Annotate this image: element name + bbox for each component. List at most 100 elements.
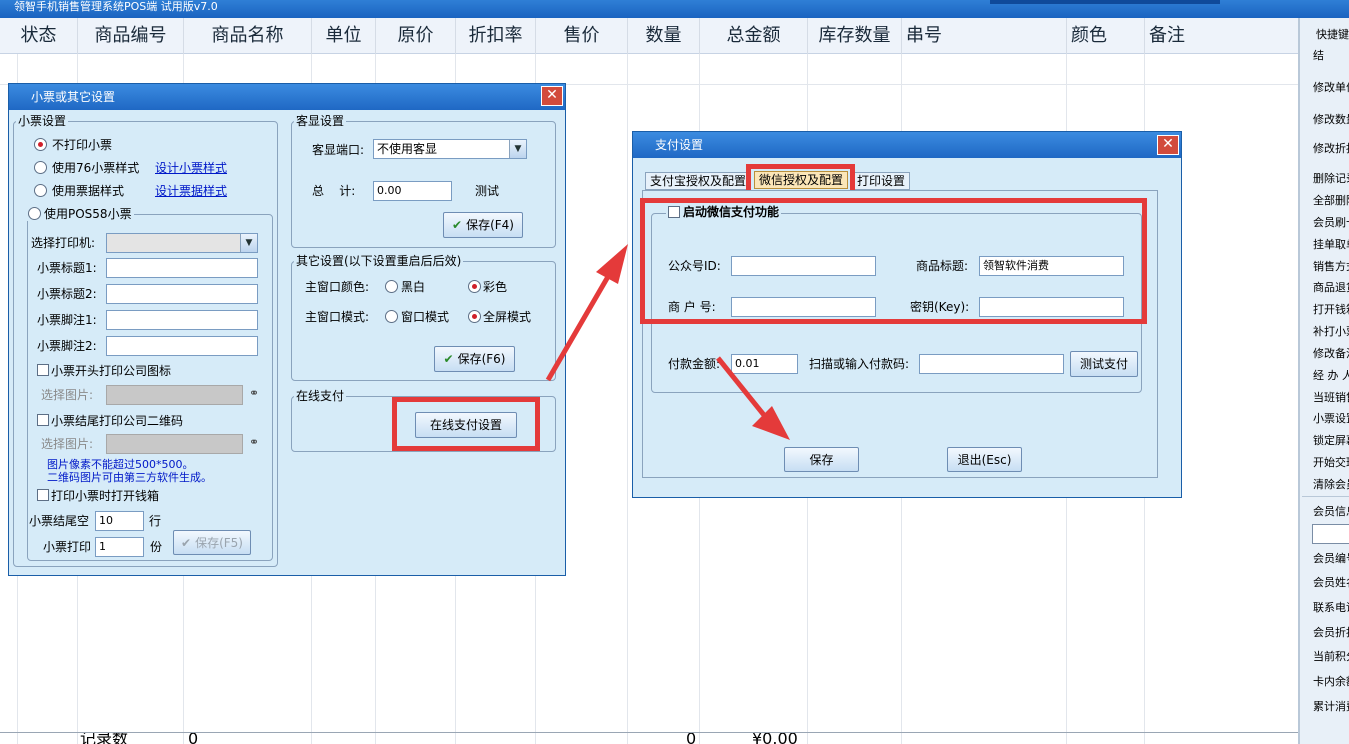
tab-print[interactable]: 打印设置 (852, 172, 911, 190)
chevron-down-icon: ▼ (509, 140, 526, 158)
other-settings-group: 其它设置(以下设置重启后后效) 主窗口颜色: 黑白 彩色 主窗口模式: 窗口模式… (291, 254, 556, 381)
receipt-settings-group: 小票设置 不打印小票 使用76小票样式 设计小票样式 使用票据样式 设计票据样式… (13, 114, 278, 567)
shortcut-item[interactable]: 锁定屏幕 (1313, 432, 1349, 448)
title1-input[interactable] (106, 258, 258, 278)
close-icon[interactable]: ✕ (1157, 135, 1179, 155)
radio-pos58[interactable] (28, 207, 41, 220)
radio-color-bw[interactable] (385, 280, 398, 293)
print-qr-checkbox[interactable] (37, 414, 49, 426)
radio-76-style[interactable] (34, 161, 47, 174)
check-icon: ✔ (452, 218, 463, 232)
browse-icon[interactable]: ⚭ (249, 386, 259, 400)
shortcut-item[interactable]: 商品退货 (1313, 279, 1349, 295)
titlebar-shade (990, 0, 1220, 4)
shortcut-item[interactable]: 修改备注 (1313, 345, 1349, 361)
record-count-label: 记录数 (80, 732, 129, 744)
shortcut-item[interactable]: 修改单价 (1313, 79, 1349, 95)
radio-bill-style-label: 使用票据样式 (52, 184, 125, 198)
foot2-input[interactable] (106, 336, 258, 356)
shortcut-item[interactable]: 当班销售 (1313, 389, 1349, 405)
check-icon: ✔ (181, 536, 192, 550)
radio-mode-window[interactable] (385, 310, 398, 323)
design-receipt-link[interactable]: 设计小票样式 (155, 161, 227, 175)
shortcut-panel: 快捷键 结 修改单价 修改数量 修改折扣 删除记录 全部删除 会员刷卡 挂单取单… (1298, 18, 1349, 744)
col-remark[interactable]: 备注 (1145, 18, 1298, 54)
member-field-label: 会员姓名 (1313, 576, 1349, 589)
shortcut-item[interactable]: 删除记录 (1313, 170, 1349, 186)
col-product-code[interactable]: 商品编号 (78, 18, 184, 54)
shortcut-item[interactable]: 小票设置 (1313, 410, 1349, 426)
shortcut-item[interactable]: 挂单取单 (1313, 236, 1349, 252)
col-stock[interactable]: 库存数量 (808, 18, 902, 54)
radio-76-style-label: 使用76小票样式 (52, 161, 140, 175)
design-bill-link[interactable]: 设计票据样式 (155, 184, 227, 198)
col-color[interactable]: 颜色 (1067, 18, 1145, 54)
shortcut-item[interactable]: 结 (1313, 47, 1324, 63)
radio-mode-full[interactable] (468, 310, 481, 323)
browse-icon[interactable]: ⚭ (249, 435, 259, 449)
title2-input[interactable] (106, 284, 258, 304)
col-product-name[interactable]: 商品名称 (184, 18, 312, 54)
total-label: 总 计: (312, 184, 356, 198)
display-port-label: 客显端口: (312, 143, 365, 157)
copies-input[interactable]: 1 (95, 537, 144, 557)
scan-code-input[interactable] (919, 354, 1064, 374)
printer-label: 选择打印机: (31, 236, 96, 250)
shortcut-item[interactable]: 修改数量 (1313, 111, 1349, 127)
test-display-link[interactable]: 测试 (475, 184, 499, 198)
print-logo-checkbox[interactable] (37, 364, 49, 376)
shortcut-item[interactable]: 补打小票 (1313, 323, 1349, 339)
exit-button[interactable]: 退出(Esc) (947, 447, 1022, 472)
shortcut-item[interactable]: 开始交班 (1313, 454, 1349, 470)
copies-label: 小票打印 (43, 540, 92, 554)
shortcut-item[interactable]: 全部删除 (1313, 192, 1349, 208)
save-f6-button[interactable]: ✔ 保存(F6) (434, 346, 515, 372)
open-drawer-label: 打印小票时打开钱箱 (51, 489, 160, 503)
radio-bill-style[interactable] (34, 184, 47, 197)
total-input[interactable]: 0.00 (373, 181, 452, 201)
col-total-amount[interactable]: 总金额 (700, 18, 808, 54)
open-drawer-checkbox[interactable] (37, 489, 49, 501)
qty-total: 0 (686, 732, 697, 744)
highlight-box (640, 198, 1147, 324)
col-original-price[interactable]: 原价 (376, 18, 456, 54)
col-unit[interactable]: 单位 (312, 18, 376, 54)
close-icon[interactable]: ✕ (541, 86, 563, 106)
shortcut-item[interactable]: 经 办 人 (1313, 367, 1349, 383)
panel-divider (1302, 496, 1349, 497)
radio-color-bw-label: 黑白 (401, 280, 426, 294)
sales-grid-header: 状态 商品编号 商品名称 单位 原价 折扣率 售价 数量 总金额 库存数量 串号… (0, 18, 1298, 54)
shortcut-item[interactable]: 销售方式 (1313, 258, 1349, 274)
save-f4-button[interactable]: ✔ 保存(F4) (443, 212, 523, 238)
save-f5-button[interactable]: ✔ 保存(F5) (173, 530, 251, 555)
member-info-header: 会员信息 (1313, 505, 1349, 518)
shortcut-item[interactable]: 修改折扣 (1313, 140, 1349, 156)
shortcut-item[interactable]: 清除会员 (1313, 476, 1349, 492)
dialog-title: 小票或其它设置 (9, 84, 565, 110)
save-button[interactable]: 保存 (784, 447, 859, 472)
member-field-label: 累计消费 (1313, 700, 1349, 713)
customer-display-group: 客显设置 客显端口: 不使用客显 ▼ 总 计: 0.00 测试 ✔ 保存(F4) (291, 114, 556, 248)
grid-col-divider (627, 54, 628, 744)
radio-color-color[interactable] (468, 280, 481, 293)
radio-no-print[interactable] (34, 138, 47, 151)
amount-input[interactable]: 0.01 (731, 354, 798, 374)
window-mode-label: 主窗口模式: (305, 310, 370, 324)
shortcut-item[interactable]: 会员刷卡 (1313, 214, 1349, 230)
scan-code-label: 扫描或输入付款码: (809, 357, 910, 371)
foot1-input[interactable] (106, 310, 258, 330)
display-port-select[interactable]: 不使用客显 ▼ (373, 139, 527, 159)
col-quantity[interactable]: 数量 (628, 18, 700, 54)
test-pay-button[interactable]: 测试支付 (1070, 351, 1138, 377)
member-search-input[interactable] (1312, 524, 1349, 544)
col-discount[interactable]: 折扣率 (456, 18, 536, 54)
tab-alipay[interactable]: 支付宝授权及配置 (645, 172, 752, 190)
tail-blank-input[interactable]: 10 (95, 511, 144, 531)
printer-select[interactable]: ▼ (106, 233, 258, 253)
col-status[interactable]: 状态 (0, 18, 78, 54)
col-price[interactable]: 售价 (536, 18, 628, 54)
shortcut-item[interactable]: 打开钱箱 (1313, 301, 1349, 317)
window-titlebar: 领智手机销售管理系统POS端 试用版v7.0 (0, 0, 1349, 18)
col-serial[interactable]: 串号 (902, 18, 1067, 54)
member-field-label: 会员编号 (1313, 552, 1349, 565)
